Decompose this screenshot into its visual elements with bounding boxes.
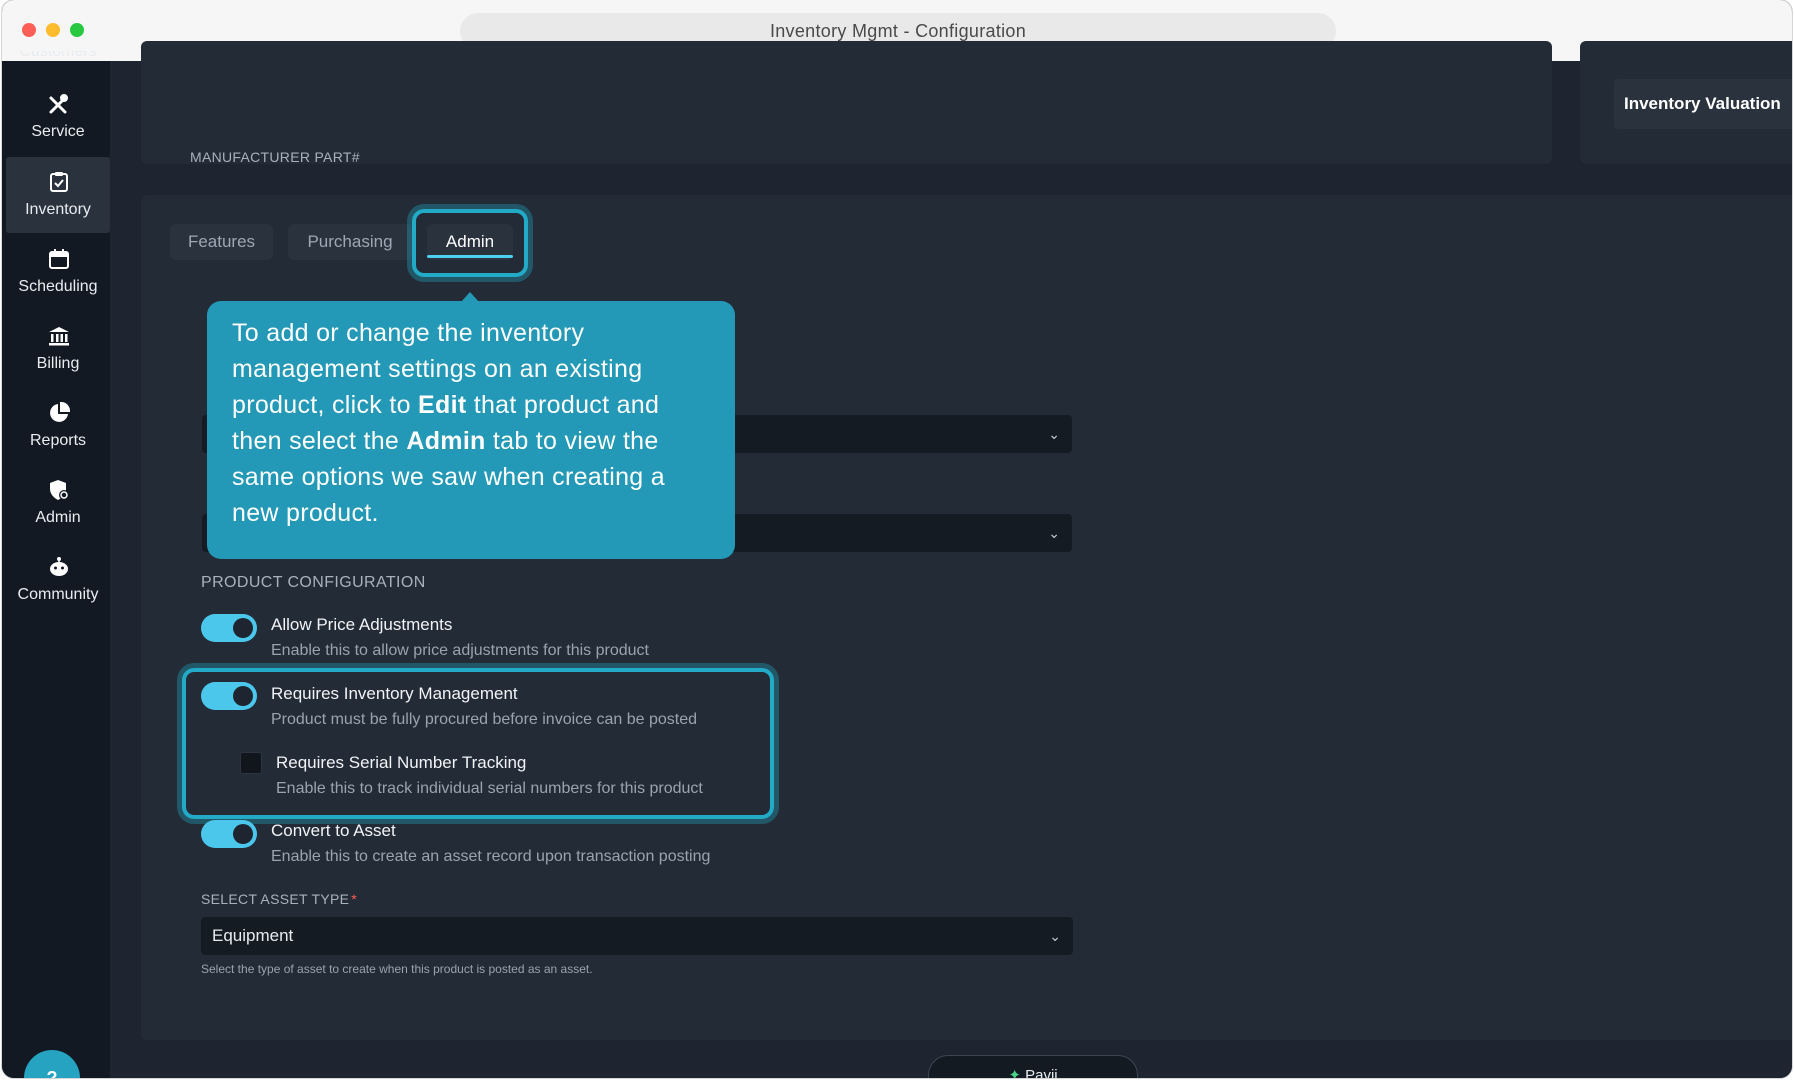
tab-features[interactable]: Features bbox=[170, 224, 273, 260]
requires-inventory-management-desc: Product must be fully procured before in… bbox=[271, 711, 698, 728]
tab-purchasing[interactable]: Purchasing bbox=[288, 224, 412, 260]
sparkle-icon: ✦ bbox=[1008, 1067, 1026, 1078]
sidebar-item-label: Scheduling bbox=[18, 278, 98, 295]
sidebar-item-reports[interactable]: Reports bbox=[6, 388, 110, 464]
requires-serial-number-tracking-checkbox[interactable] bbox=[240, 752, 262, 774]
bank-icon bbox=[49, 327, 69, 346]
sidebar-item-label: Inventory bbox=[25, 201, 91, 218]
wrench-screwdriver-icon bbox=[49, 94, 68, 114]
sidebar-item-label: Community bbox=[17, 586, 99, 603]
tooltip-text: To add or change the inventory managemen… bbox=[232, 315, 712, 531]
requires-serial-number-tracking-title: Requires Serial Number Tracking bbox=[276, 753, 527, 772]
sidebar-item-label: Admin bbox=[35, 509, 81, 526]
convert-to-asset-toggle[interactable] bbox=[201, 820, 257, 848]
requires-inventory-management-title: Requires Inventory Management bbox=[271, 684, 518, 703]
community-icon bbox=[50, 557, 68, 576]
minimize-window-button[interactable] bbox=[46, 23, 60, 37]
sidebar-item-service[interactable]: Service bbox=[6, 79, 110, 155]
chevron-down-icon: ⌄ bbox=[1048, 426, 1060, 442]
required-asterisk: * bbox=[351, 891, 358, 907]
sidebar-item-billing[interactable]: Billing bbox=[6, 311, 110, 387]
chevron-down-icon: ⌄ bbox=[1048, 525, 1060, 541]
sidebar-item-label: Billing bbox=[36, 355, 80, 372]
sidebar-item-inventory[interactable]: Inventory bbox=[6, 157, 110, 233]
tab-admin-highlight bbox=[412, 209, 528, 277]
maximize-window-button[interactable] bbox=[70, 23, 84, 37]
asset-type-help: Select the type of asset to create when … bbox=[201, 962, 593, 976]
toggle-knob bbox=[233, 686, 253, 706]
tooltip-bold-admin: Admin bbox=[406, 427, 486, 455]
select-asset-type-label: SELECT ASSET TYPE * bbox=[201, 891, 357, 907]
chevron-down-icon: ⌄ bbox=[1049, 928, 1061, 944]
asset-type-select[interactable]: Equipment ⌄ bbox=[201, 917, 1073, 955]
allow-price-adjustments-desc: Enable this to allow price adjustments f… bbox=[271, 642, 649, 659]
toggle-knob bbox=[233, 824, 253, 844]
requires-serial-number-tracking-desc: Enable this to track individual serial n… bbox=[276, 780, 703, 797]
convert-to-asset-title: Convert to Asset bbox=[271, 821, 396, 840]
close-window-button[interactable] bbox=[22, 23, 36, 37]
sidebar-item-label: Customers bbox=[19, 51, 97, 60]
sidebar-item-label: Reports bbox=[29, 432, 87, 449]
toggle-knob bbox=[233, 618, 253, 638]
pie-chart-icon bbox=[50, 402, 70, 422]
sidebar: Customers Service Inventory Scheduling B… bbox=[2, 51, 110, 1078]
guide-tooltip: To add or change the inventory managemen… bbox=[207, 292, 735, 559]
requires-inventory-management-toggle[interactable] bbox=[201, 682, 257, 710]
app-window: Inventory Mgmt - Configuration Customers… bbox=[2, 0, 1792, 1078]
clipboard-icon bbox=[50, 172, 68, 192]
calendar-icon bbox=[49, 249, 69, 269]
shield-gear-icon bbox=[50, 480, 69, 500]
asset-type-label-text: SELECT ASSET TYPE bbox=[201, 891, 350, 907]
allow-price-adjustments-toggle[interactable] bbox=[201, 614, 257, 642]
sidebar-item-scheduling[interactable]: Scheduling bbox=[6, 234, 110, 310]
product-configuration-title: PRODUCT CONFIGURATION bbox=[201, 574, 426, 591]
manufacturer-part-label: MANUFACTURER PART# bbox=[190, 149, 360, 165]
assistant-tab[interactable]: ✦ Pavii bbox=[928, 1055, 1138, 1078]
inventory-valuation-button[interactable]: Inventory Valuation bbox=[1614, 79, 1792, 129]
assistant-tab-label: Pavii bbox=[1025, 1067, 1058, 1078]
product-details-card: MANUFACTURER PART# bbox=[141, 41, 1552, 165]
tooltip-bold-edit: Edit bbox=[418, 391, 467, 419]
asset-type-value: Equipment bbox=[212, 926, 294, 945]
tooltip-arrow bbox=[461, 292, 479, 302]
sidebar-item-community[interactable]: Community bbox=[6, 542, 110, 618]
sidebar-item-admin[interactable]: Admin bbox=[6, 465, 110, 541]
convert-to-asset-desc: Enable this to create an asset record up… bbox=[271, 848, 711, 865]
allow-price-adjustments-title: Allow Price Adjustments bbox=[271, 615, 453, 634]
sidebar-item-customers-partial[interactable]: Customers bbox=[2, 51, 110, 65]
sidebar-item-label: Service bbox=[31, 123, 85, 140]
